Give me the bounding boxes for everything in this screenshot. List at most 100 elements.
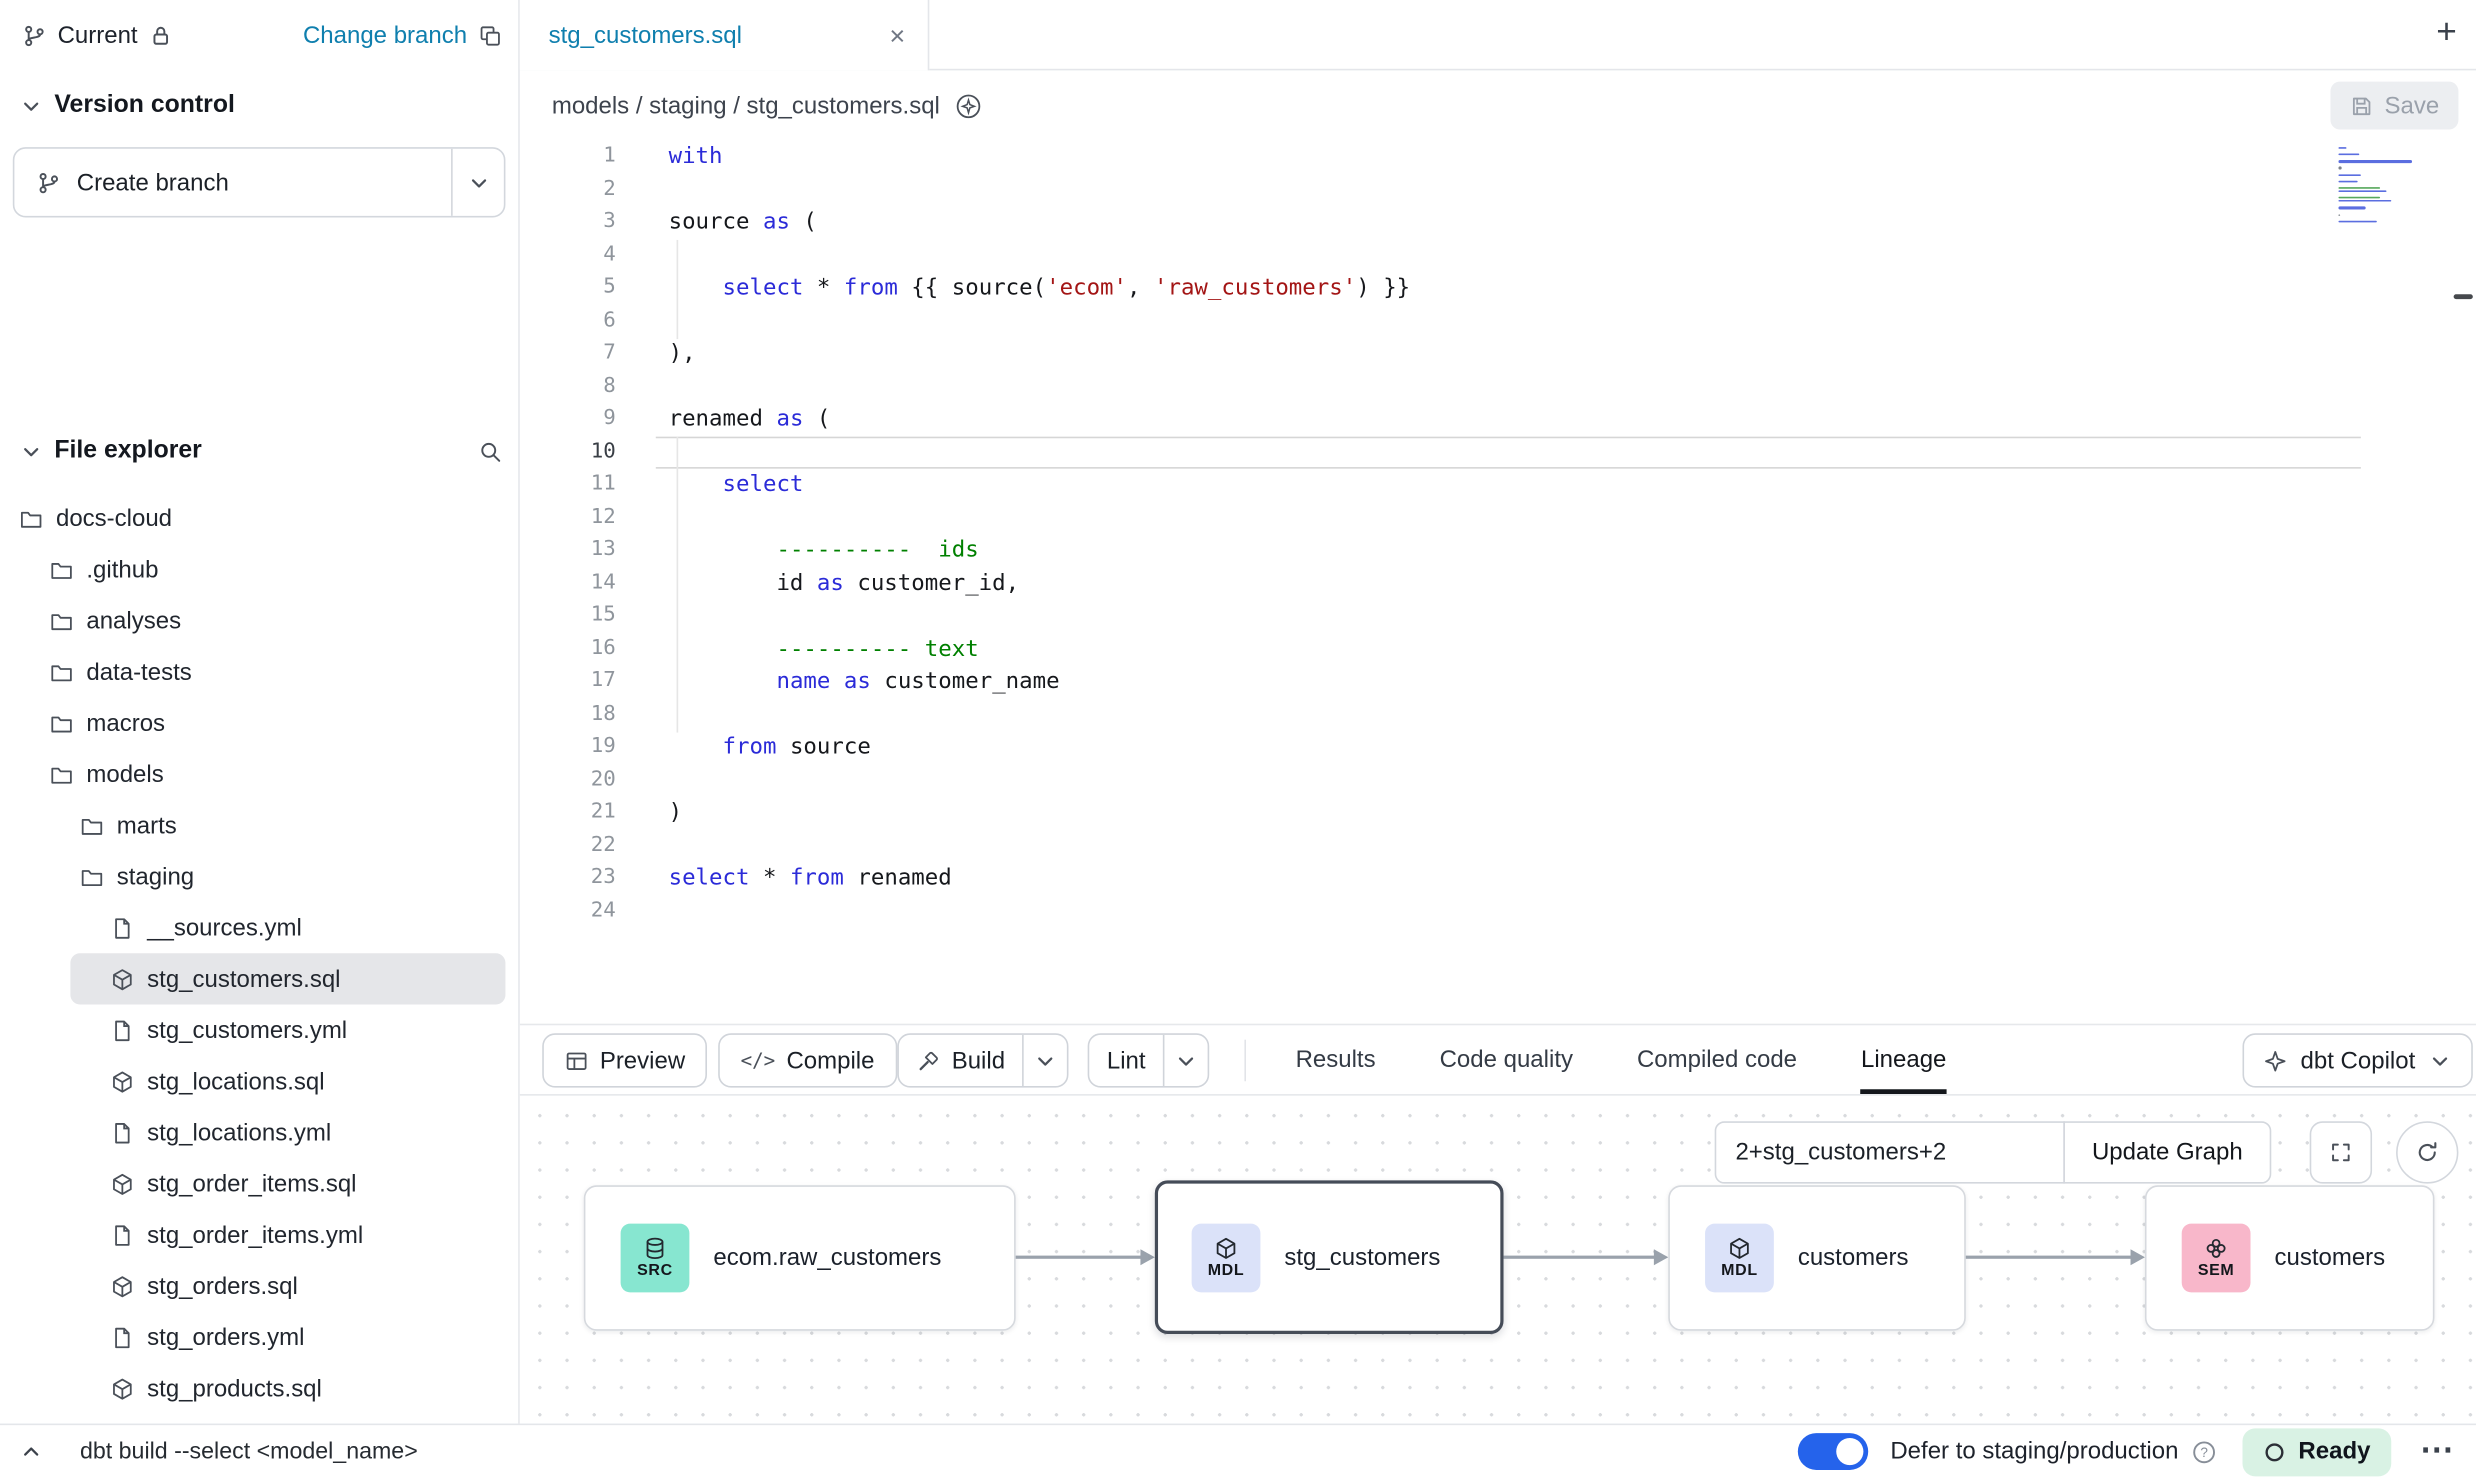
- tree-item-label: stg_order_items.sql: [147, 1170, 356, 1197]
- tree-item-marts[interactable]: marts: [0, 800, 518, 851]
- tree-item-analyses[interactable]: analyses: [0, 595, 518, 646]
- edge-arrowhead-icon: [2131, 1249, 2145, 1265]
- code-line-20[interactable]: 20: [520, 764, 2476, 797]
- tree-item-stg_orders.yml[interactable]: stg_orders.yml: [0, 1312, 518, 1363]
- tree-item-stg_locations.yml[interactable]: stg_locations.yml: [0, 1107, 518, 1158]
- code-line-22[interactable]: 22: [520, 829, 2476, 862]
- code-line-21[interactable]: 21): [520, 797, 2476, 830]
- tree-item-stg_products.sql[interactable]: stg_products.sql: [0, 1363, 518, 1414]
- tree-item-data-tests[interactable]: data-tests: [0, 646, 518, 697]
- code-line-3[interactable]: 3source as (: [520, 206, 2476, 239]
- tree-item-staging[interactable]: staging: [0, 851, 518, 902]
- tab-results[interactable]: Results: [1296, 1025, 1376, 1094]
- version-control-header[interactable]: Version control: [0, 80, 518, 131]
- code-text: with: [616, 141, 723, 174]
- code-line-16[interactable]: 16 ---------- text: [520, 633, 2476, 666]
- tree-item-stg_customers.sql[interactable]: stg_customers.sql: [70, 953, 505, 1004]
- new-tab-plus-icon[interactable]: +: [2436, 11, 2457, 53]
- lineage-node-ecom.raw_customers[interactable]: SRCecom.raw_customers: [584, 1185, 1016, 1331]
- build-dropdown[interactable]: [1023, 1035, 1068, 1086]
- tree-item-.github[interactable]: .github: [0, 544, 518, 595]
- status-badge-ready[interactable]: Ready: [2242, 1428, 2391, 1476]
- code-line-6[interactable]: 6: [520, 305, 2476, 338]
- scrollbar-thumb[interactable]: [2454, 294, 2473, 299]
- code-editor[interactable]: 1with23source as (45 select * from {{ so…: [520, 141, 2476, 1024]
- code-line-14[interactable]: 14 id as customer_id,: [520, 567, 2476, 600]
- code-line-18[interactable]: 18: [520, 698, 2476, 731]
- fullscreen-button[interactable]: [2310, 1121, 2372, 1183]
- code-line-17[interactable]: 17 name as customer_name: [520, 665, 2476, 698]
- update-graph-button[interactable]: Update Graph: [2063, 1121, 2271, 1183]
- code-line-4[interactable]: 4: [520, 239, 2476, 272]
- code-text: ---------- ids: [616, 534, 979, 567]
- code-line-5[interactable]: 5 select * from {{ source('ecom', 'raw_c…: [520, 272, 2476, 305]
- folder-icon: [50, 609, 74, 633]
- help-icon[interactable]: ?: [2191, 1439, 2217, 1465]
- lineage-panel[interactable]: SRCecom.raw_customers MDLstg_customers MDL…: [520, 1094, 2476, 1423]
- code-line-9[interactable]: 9renamed as (: [520, 403, 2476, 436]
- line-number: 6: [520, 305, 616, 338]
- overflow-menu-icon[interactable]: ⋯: [2420, 1443, 2454, 1460]
- line-number: 18: [520, 698, 616, 731]
- create-branch-dropdown[interactable]: [451, 149, 504, 216]
- code-line-11[interactable]: 11 select: [520, 469, 2476, 502]
- code-line-10[interactable]: 10: [520, 436, 2476, 469]
- defer-toggle[interactable]: [1798, 1433, 1868, 1470]
- lineage-node-customers[interactable]: SEMcustomers: [2145, 1185, 2435, 1331]
- file-explorer-header[interactable]: File explorer: [0, 425, 518, 476]
- tree-item-stg_customers.yml[interactable]: stg_customers.yml: [0, 1004, 518, 1055]
- refresh-button[interactable]: [2396, 1121, 2458, 1183]
- code-line-19[interactable]: 19 from source: [520, 731, 2476, 764]
- save-button[interactable]: Save: [2330, 82, 2458, 130]
- tree-item-docs-cloud[interactable]: docs-cloud: [0, 493, 518, 544]
- build-command-text: dbt build --select <model_name>: [80, 1439, 418, 1465]
- node-label: customers: [1798, 1244, 1909, 1271]
- file-icon: [110, 1120, 134, 1144]
- tab-label: stg_customers.sql: [549, 22, 890, 49]
- lint-button[interactable]: Lint: [1089, 1035, 1163, 1086]
- close-tab-icon[interactable]: ×: [889, 22, 905, 49]
- lint-dropdown[interactable]: [1163, 1035, 1208, 1086]
- copy-icon[interactable]: [478, 23, 502, 47]
- tree-item-models[interactable]: models: [0, 749, 518, 800]
- tab-lineage[interactable]: Lineage: [1861, 1025, 1946, 1094]
- compile-button[interactable]: </> Compile: [718, 1033, 897, 1087]
- build-button[interactable]: Build: [899, 1035, 1023, 1086]
- lineage-node-stg_customers[interactable]: MDLstg_customers: [1155, 1180, 1504, 1334]
- tree-item-label: data-tests: [86, 658, 191, 685]
- line-number: 1: [520, 141, 616, 174]
- tree-item-__sources.yml[interactable]: __sources.yml: [0, 902, 518, 953]
- search-icon[interactable]: [478, 439, 502, 463]
- tab-code-quality[interactable]: Code quality: [1440, 1025, 1573, 1094]
- create-branch-button[interactable]: Create branch: [14, 149, 451, 216]
- code-line-7[interactable]: 7),: [520, 337, 2476, 370]
- code-icon: </>: [741, 1049, 776, 1071]
- lineage-selector-input[interactable]: [1715, 1121, 2065, 1183]
- defer-label: Defer to staging/production: [1890, 1438, 2178, 1465]
- copilot-circle-icon[interactable]: [954, 92, 981, 119]
- dbt-copilot-button[interactable]: dbt Copilot: [2243, 1033, 2473, 1087]
- code-line-13[interactable]: 13 ---------- ids: [520, 534, 2476, 567]
- semantic-icon: [2204, 1236, 2228, 1260]
- chevron-up-icon[interactable]: [19, 1440, 43, 1464]
- tree-item-stg_locations.sql[interactable]: stg_locations.sql: [0, 1056, 518, 1107]
- code-line-2[interactable]: 2: [520, 174, 2476, 207]
- code-line-24[interactable]: 24: [520, 895, 2476, 928]
- preview-button[interactable]: Preview: [542, 1033, 707, 1087]
- tree-item-stg_orders.sql[interactable]: stg_orders.sql: [0, 1260, 518, 1311]
- tab-compiled-code[interactable]: Compiled code: [1637, 1025, 1797, 1094]
- code-line-15[interactable]: 15: [520, 600, 2476, 633]
- tree-item-stg_order_items.sql[interactable]: stg_order_items.sql: [0, 1158, 518, 1209]
- sidebar: Current Change branch Version control Cr…: [0, 0, 520, 1424]
- lineage-node-customers[interactable]: MDLcustomers: [1668, 1185, 1966, 1331]
- change-branch-link[interactable]: Change branch: [303, 22, 467, 49]
- tree-item-stg_order_items.yml[interactable]: stg_order_items.yml: [0, 1209, 518, 1260]
- code-line-1[interactable]: 1with: [520, 141, 2476, 174]
- minimap[interactable]: [2338, 147, 2415, 227]
- line-number: 12: [520, 501, 616, 534]
- tree-item-macros[interactable]: macros: [0, 697, 518, 748]
- code-line-12[interactable]: 12: [520, 501, 2476, 534]
- code-line-8[interactable]: 8: [520, 370, 2476, 403]
- code-line-23[interactable]: 23select * from renamed: [520, 862, 2476, 895]
- tab-stg-customers-sql[interactable]: stg_customers.sql ×: [520, 0, 929, 70]
